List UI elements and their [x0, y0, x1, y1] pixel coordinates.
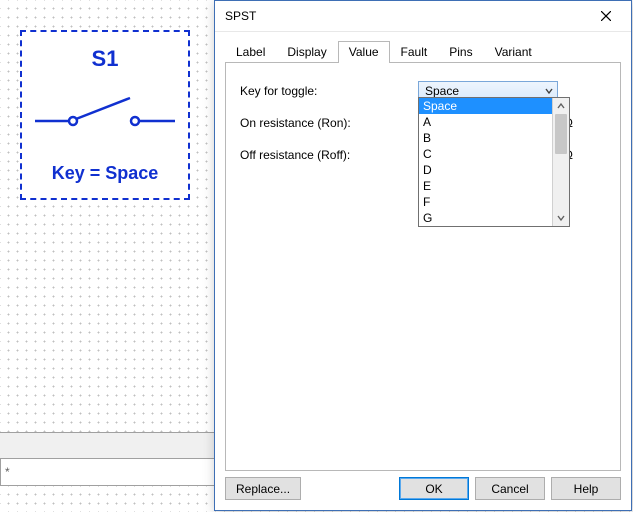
dropdown-option[interactable]: A [419, 114, 552, 130]
scroll-thumb[interactable] [555, 114, 567, 154]
tab-label[interactable]: Label [225, 41, 276, 63]
replace-button[interactable]: Replace... [225, 477, 301, 500]
key-for-toggle-dropdown[interactable]: Space A B C D E F G [418, 97, 570, 227]
tab-fault[interactable]: Fault [390, 41, 439, 63]
component-refdes: S1 [92, 46, 119, 72]
scroll-up-button[interactable] [553, 98, 569, 114]
dropdown-list: Space A B C D E F G [419, 98, 552, 226]
tab-pins[interactable]: Pins [438, 41, 483, 63]
tab-value[interactable]: Value [338, 41, 390, 63]
dropdown-option[interactable]: B [419, 130, 552, 146]
key-for-toggle-value: Space [425, 84, 459, 98]
dropdown-option[interactable]: G [419, 210, 552, 226]
dialog-title: SPST [225, 9, 587, 23]
ok-button[interactable]: OK [399, 477, 469, 500]
close-button[interactable] [587, 4, 625, 28]
dropdown-option[interactable]: C [419, 146, 552, 162]
chevron-down-icon [545, 87, 553, 95]
on-resistance-label: On resistance (Ron): [240, 116, 418, 130]
dialog-button-row: Replace... OK Cancel Help [215, 471, 631, 510]
dropdown-scrollbar[interactable] [552, 98, 569, 226]
off-resistance-label: Off resistance (Roff): [240, 148, 418, 162]
help-button[interactable]: Help [551, 477, 621, 500]
dropdown-option[interactable]: Space [419, 98, 552, 114]
workspace-status-field[interactable]: * [0, 458, 220, 486]
dialog-titlebar: SPST [215, 1, 631, 32]
status-text: * [5, 465, 10, 479]
dropdown-option[interactable]: F [419, 194, 552, 210]
tab-variant[interactable]: Variant [484, 41, 543, 63]
component-key-label: Key = Space [52, 163, 159, 184]
switch-symbol-icon [35, 86, 175, 136]
scroll-down-button[interactable] [553, 210, 569, 226]
spst-properties-dialog: SPST Label Display Value Fault Pins Vari… [214, 0, 632, 511]
value-tab-panel: Key for toggle: Space On resistance (Ron… [225, 63, 621, 471]
dropdown-option[interactable]: D [419, 162, 552, 178]
cancel-button[interactable]: Cancel [475, 477, 545, 500]
close-icon [601, 11, 611, 21]
tab-display[interactable]: Display [276, 41, 337, 63]
tab-row: Label Display Value Fault Pins Variant [225, 38, 621, 63]
key-for-toggle-label: Key for toggle: [240, 84, 418, 98]
component-spst[interactable]: S1 Key = Space [20, 30, 190, 200]
dropdown-option[interactable]: E [419, 178, 552, 194]
